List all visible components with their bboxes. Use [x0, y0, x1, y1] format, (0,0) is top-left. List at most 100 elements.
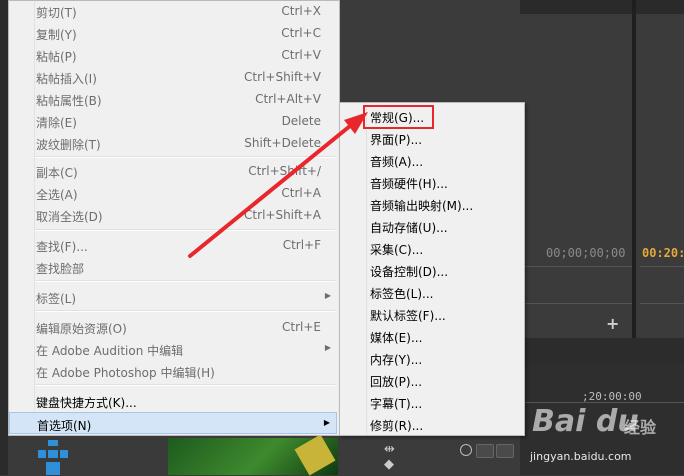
menu-item-shortcut: Ctrl+Shift+A — [244, 208, 321, 222]
menu-item-label: 修剪(R)... — [370, 419, 424, 433]
preferences-menu-item[interactable]: 自动存储(U)... — [340, 215, 522, 237]
edit-menu-item[interactable]: 粘帖(P) Ctrl+V — [9, 44, 337, 66]
edit-menu-item[interactable]: 在 Adobe Photoshop 中编辑(H) — [9, 360, 337, 382]
menu-item-shortcut: Ctrl+Shift+V — [244, 70, 321, 84]
menu-item-shortcut: Ctrl+C — [281, 26, 321, 40]
source-ruler[interactable] — [520, 266, 632, 304]
menu-item-label: 查找(F)... — [36, 240, 88, 254]
menu-item-shortcut: Ctrl+Shift+/ — [248, 164, 321, 178]
menu-item-label: 副本(C) — [36, 166, 78, 180]
menu-item-label: 媒体(E)... — [370, 331, 423, 345]
menu-item-label: 自动存储(U)... — [370, 221, 448, 235]
track-lock-button[interactable] — [496, 444, 514, 458]
menu-item-label: 粘帖插入(I) — [36, 72, 97, 86]
menu-item-label: 音频输出映射(M)... — [370, 199, 474, 213]
preferences-menu-item[interactable]: 音频(A)... — [340, 149, 522, 171]
track-toggle-button[interactable] — [476, 444, 494, 458]
edit-menu-item[interactable]: 剪切(T) Ctrl+X — [9, 0, 337, 22]
preferences-menu-item[interactable]: 采集(C)... — [340, 237, 522, 259]
menu-item-label: 清除(E) — [36, 116, 77, 130]
edit-menu-item[interactable]: 副本(C) Ctrl+Shift+/ — [9, 160, 337, 182]
menu-separator — [35, 156, 335, 158]
menu-item-shortcut: Ctrl+X — [281, 4, 321, 18]
menu-item-label: 取消全选(D) — [36, 210, 103, 224]
preferences-menu-item[interactable]: 修剪(R)... — [340, 413, 522, 435]
menu-item-shortcut: Shift+Delete — [244, 136, 321, 150]
edit-menu-item[interactable]: 粘帖属性(B) Ctrl+Alt+V — [9, 88, 337, 110]
menu-item-shortcut: Ctrl+F — [282, 238, 321, 252]
menu-item-label: 复制(Y) — [36, 28, 77, 42]
menu-item-label: 键盘快捷方式(K)... — [36, 396, 137, 410]
edit-menu-item[interactable]: 复制(Y) Ctrl+C — [9, 22, 337, 44]
edit-menu-item[interactable]: 查找(F)... Ctrl+F — [9, 234, 337, 256]
watermark-brand: Bai du — [532, 404, 639, 439]
menu-item-label: 剪切(T) — [36, 6, 77, 20]
edit-menu-item[interactable]: 编辑原始资源(O) Ctrl+E — [9, 316, 337, 338]
edit-menu-item[interactable]: 清除(E) Delete — [9, 110, 337, 132]
menu-item-label: 粘帖属性(B) — [36, 94, 102, 108]
preferences-menu-item[interactable]: 界面(P)... — [340, 127, 522, 149]
program-ruler[interactable] — [640, 266, 684, 304]
preferences-menu-item[interactable]: 默认标签(F)... — [340, 303, 522, 325]
edit-menu-item[interactable]: 取消全选(D) Ctrl+Shift+A — [9, 204, 337, 226]
panel-divider[interactable] — [632, 0, 636, 340]
menu-separator — [35, 280, 335, 282]
edit-menu-item[interactable]: 粘帖插入(I) Ctrl+Shift+V — [9, 66, 337, 88]
menu-item-label: 音频(A)... — [370, 155, 424, 169]
track-select-tool-icon[interactable]: ⇹ ◆ — [384, 442, 400, 472]
menu-item-label: 编辑原始资源(O) — [36, 322, 127, 336]
menu-item-label: 内存(Y)... — [370, 353, 423, 367]
menu-item-label: 字幕(T)... — [370, 397, 423, 411]
menu-item-label: 波纹删除(T) — [36, 138, 101, 152]
program-timecode[interactable]: 00:20: — [642, 246, 684, 260]
preferences-menu-item[interactable]: 媒体(E)... — [340, 325, 522, 347]
edit-menu-item[interactable]: 在 Adobe Audition 中编辑 ▶ — [9, 338, 337, 360]
highlight-box-general — [363, 105, 434, 129]
menu-item-shortcut: Ctrl+Alt+V — [255, 92, 321, 106]
eye-icon[interactable] — [460, 444, 472, 456]
preferences-menu-item[interactable]: 音频硬件(H)... — [340, 171, 522, 193]
submenu-arrow-icon: ▶ — [324, 291, 331, 300]
preferences-menu-item[interactable]: 内存(Y)... — [340, 347, 522, 369]
edit-menu-item[interactable]: 全选(A) Ctrl+A — [9, 182, 337, 204]
menu-item-label: 采集(C)... — [370, 243, 424, 257]
menu-item-label: 首选项(N) — [37, 419, 92, 433]
menu-item-shortcut: Ctrl+E — [282, 320, 321, 334]
submenu-arrow-icon: ▶ — [323, 418, 330, 427]
menu-item-label: 音频硬件(H)... — [370, 177, 448, 191]
add-button-plus-icon[interactable]: + — [606, 314, 619, 333]
menu-item-label: 查找脸部 — [36, 262, 85, 276]
left-panel-edge — [0, 0, 8, 475]
preferences-menu-item[interactable]: 回放(P)... — [340, 369, 522, 391]
menu-item-label: 标签(L) — [36, 292, 77, 306]
menu-item-label: 全选(A) — [36, 188, 78, 202]
menu-item-shortcut: Delete — [281, 114, 321, 128]
menu-item-label: 界面(P)... — [370, 133, 423, 147]
menu-separator — [35, 310, 335, 312]
project-bin-icon[interactable] — [36, 440, 76, 475]
menu-item-label: 设备控制(D)... — [370, 265, 449, 279]
edit-menu-item[interactable]: 标签(L) ▶ — [9, 286, 337, 308]
watermark-url: jingyan.baidu.com — [530, 450, 632, 463]
menu-item-label: 在 Adobe Audition 中编辑 — [36, 344, 184, 358]
preferences-menu-item[interactable]: 标签色(L)... — [340, 281, 522, 303]
preferences-menu-item[interactable]: 设备控制(D)... — [340, 259, 522, 281]
menu-separator — [35, 229, 335, 231]
preferences-menu-item[interactable]: 字幕(T)... — [340, 391, 522, 413]
menu-item-label: 标签色(L)... — [370, 287, 434, 301]
edit-menu-item[interactable]: 首选项(N) ▶ — [9, 412, 337, 434]
edit-menu-item[interactable]: 键盘快捷方式(K)... — [9, 390, 337, 412]
menu-item-label: 回放(P)... — [370, 375, 423, 389]
submenu-arrow-icon: ▶ — [324, 343, 331, 352]
menu-item-label: 粘帖(P) — [36, 50, 77, 64]
panel-header-strip — [520, 0, 684, 14]
menu-item-label: 在 Adobe Photoshop 中编辑(H) — [36, 366, 215, 380]
edit-menu-item[interactable]: 查找脸部 — [9, 256, 337, 278]
watermark-sub: 经验 — [624, 418, 657, 437]
menu-item-label: 默认标签(F)... — [370, 309, 446, 323]
preferences-menu-item[interactable]: 音频输出映射(M)... — [340, 193, 522, 215]
menu-separator — [35, 384, 335, 386]
edit-menu-item[interactable]: 波纹删除(T) Shift+Delete — [9, 132, 337, 154]
menu-item-shortcut: Ctrl+A — [281, 186, 321, 200]
baidu-watermark: Bai du 经验 jingyan.baidu.com — [520, 398, 684, 475]
